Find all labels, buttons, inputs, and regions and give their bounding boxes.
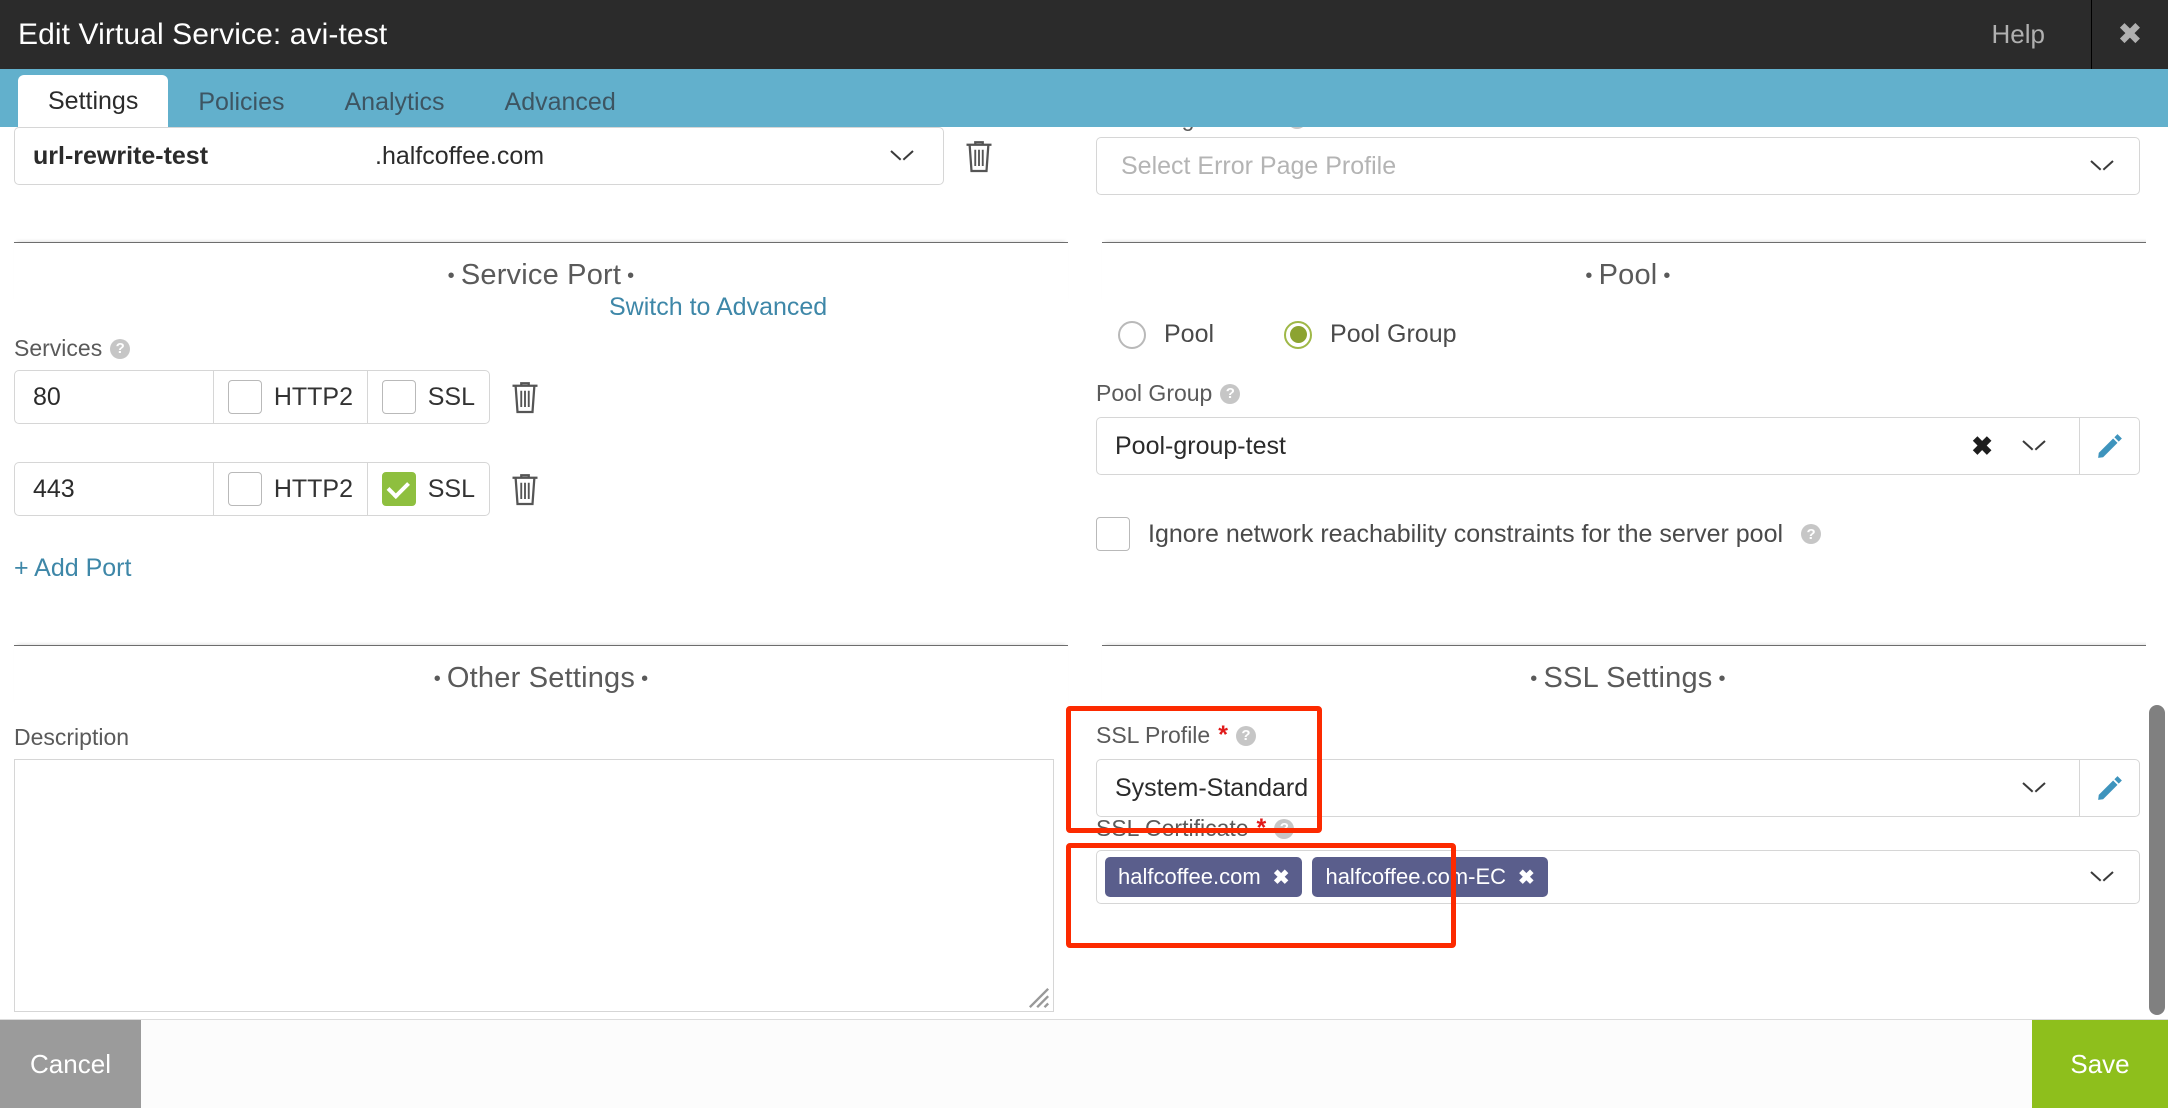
tab-policies[interactable]: Policies — [168, 77, 314, 127]
service-port-section-header: • Service Port • — [14, 242, 1068, 304]
http2-checkbox-80[interactable] — [227, 380, 262, 414]
ssl-checkbox-80[interactable] — [381, 380, 416, 414]
chevron-down-icon[interactable] — [2091, 160, 2113, 173]
help-button[interactable]: Help — [1952, 0, 2092, 69]
http2-label: HTTP2 — [273, 474, 354, 503]
resize-grip-icon[interactable] — [1028, 987, 1050, 1009]
help-icon[interactable]: ? — [1274, 818, 1295, 839]
ssl-settings-title: • SSL Settings • — [1530, 662, 1726, 694]
help-icon[interactable]: ? — [110, 338, 131, 359]
ssl-certificate-chip[interactable]: halfcoffee.com ✖ — [1105, 857, 1303, 897]
pool-group-label: Pool Group ? — [1096, 380, 1241, 407]
pool-group-select[interactable]: Pool-group-test ✖ — [1096, 417, 2140, 475]
tab-analytics[interactable]: Analytics — [315, 77, 475, 127]
error-page-profile-label: Error Page Profile ? — [1096, 127, 1307, 132]
http2-checkbox-443[interactable] — [227, 472, 262, 506]
page-title: Edit Virtual Service: avi-test — [18, 17, 388, 51]
chevron-down-icon[interactable] — [2023, 782, 2045, 795]
tab-advanced[interactable]: Advanced — [475, 77, 646, 127]
left-column: url-rewrite-test .halfcoffee.com • Servic… — [0, 127, 1068, 1019]
delete-port-443-button[interactable] — [510, 471, 540, 507]
error-page-profile-placeholder: Select Error Page Profile — [1121, 151, 1397, 180]
description-textarea[interactable] — [14, 759, 1054, 1012]
description-label: Description — [14, 724, 130, 750]
settings-form: url-rewrite-test .halfcoffee.com • Servic… — [0, 127, 2168, 1019]
switch-to-advanced-link[interactable]: Switch to Advanced — [609, 293, 827, 322]
pool-type-radio-group: Pool Pool Group — [1118, 320, 1457, 349]
tab-settings[interactable]: Settings — [18, 75, 169, 127]
chevron-down-icon[interactable] — [2023, 440, 2045, 453]
trash-icon — [512, 474, 538, 506]
trash-icon — [512, 382, 538, 414]
ignore-network-reachability-checkbox[interactable] — [1096, 517, 1130, 551]
help-icon[interactable]: ? — [1286, 127, 1307, 129]
service-port-title: • Service Port • — [447, 259, 635, 291]
remove-chip-icon[interactable]: ✖ — [1518, 865, 1535, 890]
ssl-certificate-multiselect[interactable]: halfcoffee.com ✖ halfcoffee.com-EC ✖ — [1096, 850, 2140, 904]
other-settings-section-header: • Other Settings • — [14, 645, 1068, 707]
radio-pool-label[interactable]: Pool — [1164, 320, 1214, 349]
radio-pool-group-label[interactable]: Pool Group — [1330, 320, 1456, 349]
services-label: Services ? — [14, 335, 131, 362]
pool-section-header: • Pool • — [1102, 242, 2154, 304]
cancel-button[interactable]: Cancel — [0, 1020, 141, 1108]
scrollbar-thumb[interactable] — [2149, 705, 2165, 1015]
help-icon[interactable]: ? — [1235, 725, 1256, 746]
port-row-443: 443 HTTP2 SSL — [14, 462, 490, 516]
ssl-label: SSL — [427, 382, 475, 411]
other-settings-title: • Other Settings • — [433, 662, 649, 694]
pool-group-value: Pool-group-test — [1115, 431, 1286, 460]
ssl-checkbox-443[interactable] — [381, 472, 416, 506]
required-indicator: * — [1256, 814, 1267, 842]
ssl-certificate-label: SSL Certificate * ? — [1096, 814, 1295, 842]
dialog-footer: Cancel Save — [0, 1019, 2168, 1108]
pencil-icon — [2097, 434, 2122, 458]
service-port-row: 80 HTTP2 SSL — [14, 370, 540, 424]
remove-chip-icon[interactable]: ✖ — [1273, 865, 1290, 890]
add-port-link[interactable]: + Add Port — [14, 554, 131, 583]
chevron-down-icon[interactable] — [891, 150, 913, 163]
pool-title: • Pool • — [1585, 259, 1671, 291]
help-icon[interactable]: ? — [1220, 383, 1241, 404]
delete-vsvip-button[interactable] — [964, 138, 994, 174]
chip-label: halfcoffee.com-EC — [1325, 864, 1507, 889]
chip-label: halfcoffee.com — [1118, 864, 1261, 889]
close-icon[interactable]: ✖ — [2092, 0, 2168, 69]
radio-pool[interactable] — [1118, 320, 1146, 349]
trash-icon — [966, 141, 992, 173]
http2-label: HTTP2 — [273, 382, 354, 411]
ssl-settings-section-header: • SSL Settings • — [1102, 645, 2154, 707]
delete-port-80-button[interactable] — [510, 379, 540, 415]
clear-x-icon[interactable]: ✖ — [1971, 433, 1993, 459]
edit-pool-group-button[interactable] — [2079, 417, 2139, 475]
vsvip-row: url-rewrite-test .halfcoffee.com — [14, 127, 994, 185]
ssl-label: SSL — [427, 474, 475, 503]
tab-bar: Settings Policies Analytics Advanced — [0, 69, 2168, 127]
port-input-80[interactable]: 80 — [15, 383, 213, 412]
ssl-profile-value: System-Standard — [1115, 773, 1309, 802]
vsvip-name: url-rewrite-test — [33, 141, 209, 170]
port-input-443[interactable]: 443 — [15, 475, 213, 504]
service-port-row: 443 HTTP2 SSL — [14, 462, 540, 516]
window-titlebar: Edit Virtual Service: avi-test Help ✖ — [0, 0, 2168, 69]
required-indicator: * — [1218, 721, 1228, 749]
ssl-profile-label: SSL Profile * ? — [1096, 722, 1256, 749]
footer-spacer — [141, 1020, 2032, 1108]
help-icon[interactable]: ? — [1801, 524, 1822, 544]
edit-ssl-profile-button[interactable] — [2079, 759, 2139, 817]
pencil-icon — [2097, 776, 2122, 800]
ssl-certificate-chip[interactable]: halfcoffee.com-EC ✖ — [1312, 857, 1548, 897]
port-row-80: 80 HTTP2 SSL — [14, 370, 490, 424]
ignore-network-reachability-label: Ignore network reachability constraints … — [1148, 519, 1784, 548]
vsvip-select[interactable]: url-rewrite-test .halfcoffee.com — [14, 127, 944, 185]
right-column: Error Page Profile ? Select Error Page P… — [1066, 127, 2154, 1019]
chevron-down-icon[interactable] — [2091, 871, 2113, 884]
ssl-profile-select[interactable]: System-Standard — [1096, 759, 2140, 817]
vsvip-domain: .halfcoffee.com — [375, 141, 545, 170]
save-button[interactable]: Save — [2032, 1020, 2168, 1108]
ignore-network-reachability-row: Ignore network reachability constraints … — [1096, 517, 1822, 551]
radio-pool-group[interactable] — [1284, 320, 1313, 349]
vertical-scrollbar[interactable] — [2146, 127, 2168, 1019]
error-page-profile-select[interactable]: Select Error Page Profile — [1096, 137, 2140, 195]
